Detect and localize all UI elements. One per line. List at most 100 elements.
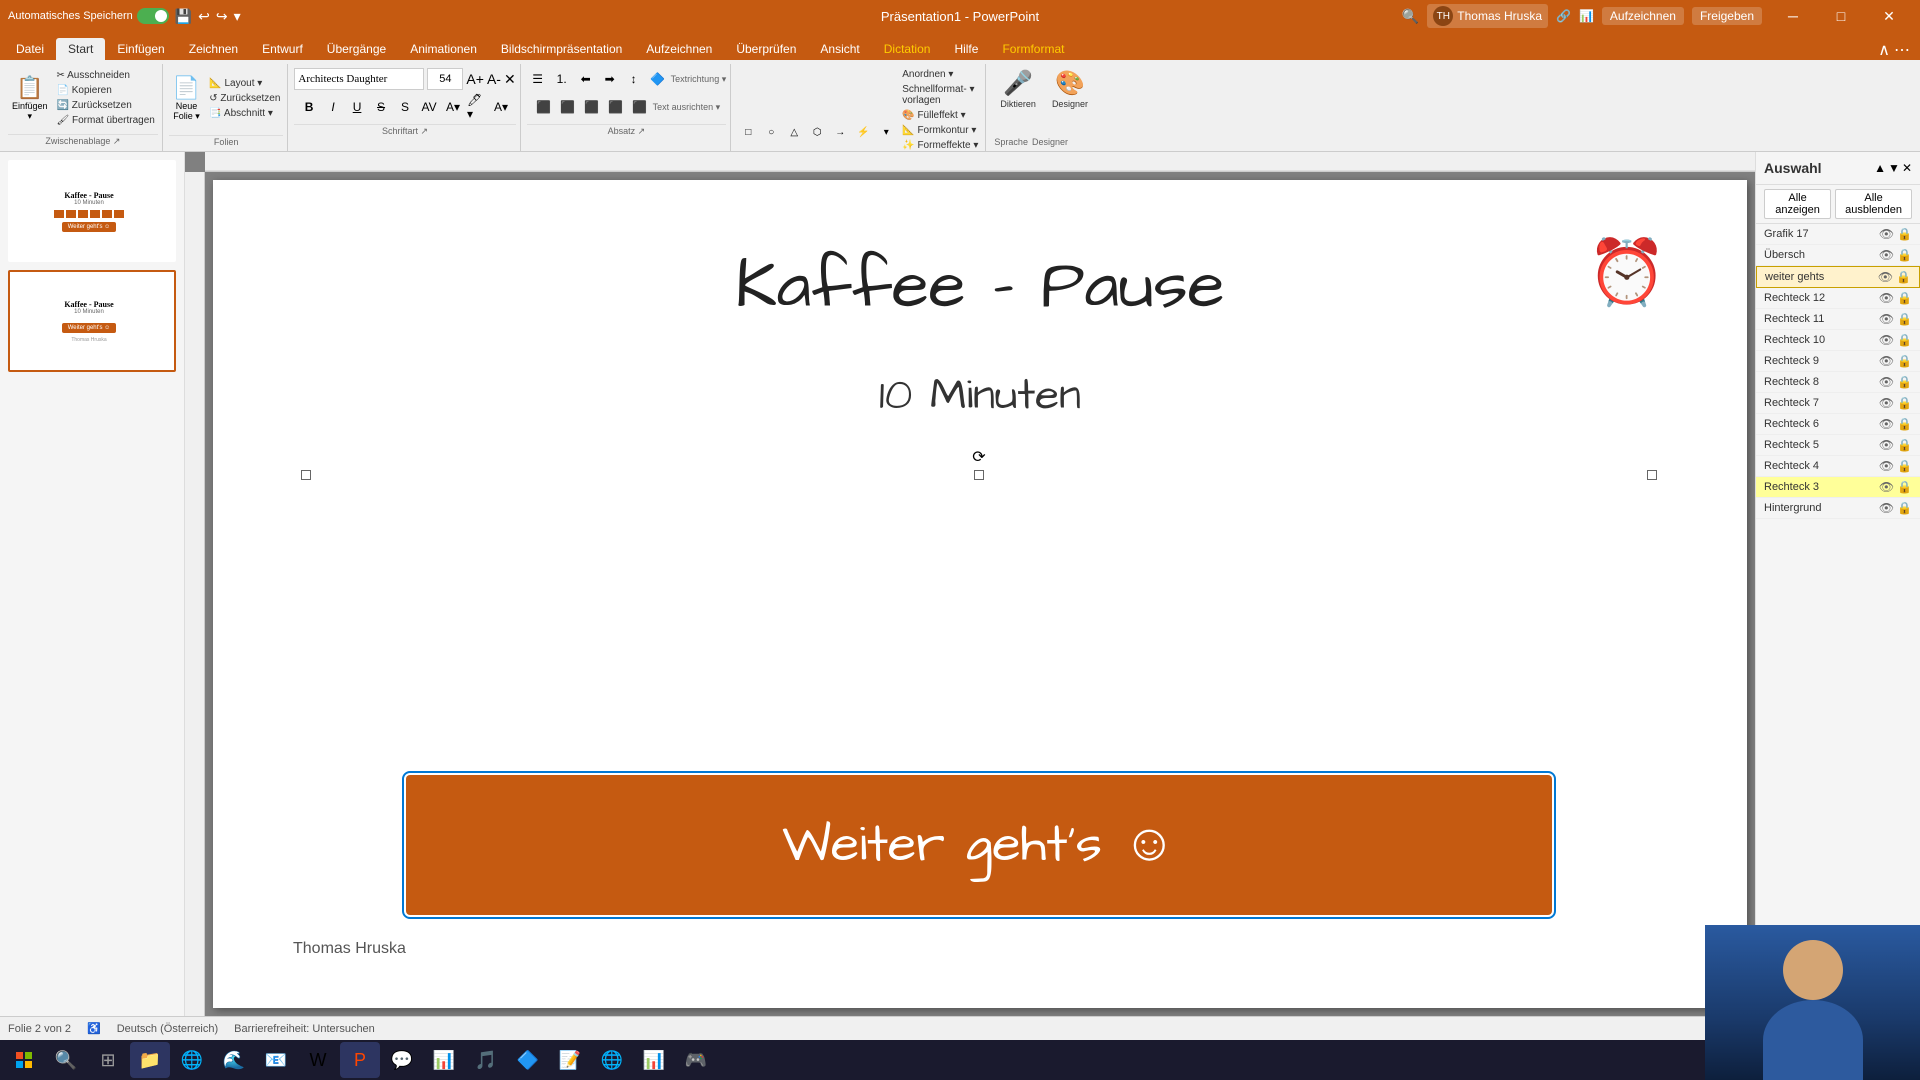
char-spacing-btn[interactable]: AV	[418, 96, 440, 118]
panel-down-btn[interactable]: ▼	[1888, 161, 1900, 175]
tab-hilfe[interactable]: Hilfe	[942, 38, 990, 60]
shape-btn-2[interactable]: ○	[760, 122, 782, 144]
layer-item[interactable]: Rechteck 10 👁 🔒	[1756, 330, 1920, 351]
handle-bc[interactable]	[974, 470, 984, 480]
minimize-btn[interactable]: ─	[1770, 0, 1816, 32]
align-left-btn[interactable]: ⬛	[533, 96, 555, 118]
app12-btn[interactable]: 📝	[550, 1042, 590, 1078]
abschnitt-btn[interactable]: 📑 Abschnitt ▾	[206, 107, 283, 120]
schnellformatvorlagen-btn[interactable]: Schnellformat- ▾vorlagen	[899, 83, 981, 107]
layer-item[interactable]: Rechteck 9 👁 🔒	[1756, 351, 1920, 372]
layer-visibility-icon[interactable]: 👁	[1879, 312, 1894, 326]
panel-close-btn[interactable]: ✕	[1902, 161, 1912, 175]
folie-zuruecksetzen-btn[interactable]: ↺ Zurücksetzen	[206, 92, 283, 105]
layer-visibility-icon[interactable]: 👁	[1879, 354, 1894, 368]
layer-lock-icon[interactable]: 🔒	[1897, 459, 1912, 473]
text-ausrichten-btn[interactable]: Text ausrichten ▾	[653, 102, 721, 113]
highlight-btn[interactable]: 🖊▾	[466, 96, 488, 118]
formkontur-btn[interactable]: 📐 Formkontur ▾	[899, 124, 981, 137]
underline-btn[interactable]: U	[346, 96, 368, 118]
shape-btn-6[interactable]: ⚡	[852, 122, 874, 144]
start-btn[interactable]	[4, 1042, 44, 1078]
tab-dictation[interactable]: Dictation	[872, 38, 943, 60]
layer-visibility-icon[interactable]: 👁	[1879, 333, 1894, 347]
present-icon[interactable]: 📊	[1579, 9, 1594, 23]
slide-thumb-1[interactable]: 1 Kaffee - Pause 10 Minuten Weiter geht'…	[8, 160, 176, 262]
powerpoint-btn[interactable]: P	[340, 1042, 380, 1078]
anordnen-btn[interactable]: Anordnen ▾	[899, 68, 981, 81]
save-icon[interactable]: 💾	[175, 8, 192, 25]
freigeben-btn[interactable]: Freigeben	[1692, 7, 1762, 25]
slide-subtitle[interactable]: 10 Minuten	[293, 365, 1667, 426]
outlook-btn[interactable]: 📧	[256, 1042, 296, 1078]
redo-icon[interactable]: ↪	[216, 8, 228, 25]
layer-lock-icon[interactable]: 🔒	[1897, 354, 1912, 368]
ribbon-collapse-btn[interactable]: ∧	[1878, 40, 1890, 60]
fuelleffekt-btn[interactable]: 🎨 Fülleffekt ▾	[899, 109, 981, 122]
outdent-btn[interactable]: ⬅	[575, 68, 597, 90]
font-color2-btn[interactable]: A▾	[490, 96, 512, 118]
clear-format-btn[interactable]: ✕	[504, 71, 516, 88]
diktieren-btn[interactable]: 🎤 Diktieren	[994, 68, 1042, 111]
layer-lock-icon[interactable]: 🔒	[1897, 417, 1912, 431]
tab-ansicht[interactable]: Ansicht	[808, 38, 871, 60]
explorer-btn[interactable]: 📁	[130, 1042, 170, 1078]
num-list-btn[interactable]: 1.	[551, 68, 573, 90]
shape-btn-1[interactable]: □	[737, 122, 759, 144]
slide-button[interactable]: Weiter geht's ☺	[406, 775, 1552, 915]
layer-lock-icon[interactable]: 🔒	[1897, 375, 1912, 389]
hide-all-btn[interactable]: Alle ausblenden	[1835, 189, 1912, 219]
kopieren-btn[interactable]: 📄 Kopieren	[54, 84, 158, 97]
tab-uebergaenge[interactable]: Übergänge	[315, 38, 398, 60]
layer-lock-icon[interactable]: 🔒	[1897, 291, 1912, 305]
font-size-input[interactable]	[427, 68, 463, 90]
format-uebertragen-btn[interactable]: 🖌 Format übertragen	[54, 114, 158, 127]
slide-title[interactable]: Kaffee - Pause	[293, 240, 1667, 334]
einfuegen-btn[interactable]: 📋 Einfügen ▾	[8, 73, 52, 124]
ribbon-more-btn[interactable]: ⋯	[1894, 40, 1910, 60]
layer-item[interactable]: Rechteck 4 👁 🔒	[1756, 456, 1920, 477]
justify-btn[interactable]: ⬛	[605, 96, 627, 118]
more-icon[interactable]: ▾	[234, 8, 241, 25]
layer-item[interactable]: Rechteck 8 👁 🔒	[1756, 372, 1920, 393]
layer-visibility-icon[interactable]: 👁	[1879, 480, 1894, 494]
maximize-btn[interactable]: □	[1818, 0, 1864, 32]
share-icon[interactable]: 🔗	[1556, 9, 1571, 23]
task-view-btn[interactable]: ⊞	[88, 1042, 128, 1078]
layer-item[interactable]: Rechteck 12 👁 🔒	[1756, 288, 1920, 309]
layer-item[interactable]: Grafik 17 👁 🔒	[1756, 224, 1920, 245]
aufzeichnen-btn[interactable]: Aufzeichnen	[1602, 7, 1684, 25]
layer-visibility-icon[interactable]: 👁	[1879, 438, 1894, 452]
tab-datei[interactable]: Datei	[4, 38, 56, 60]
search-btn[interactable]: 🔍	[1402, 8, 1419, 25]
app15-btn[interactable]: 🎮	[676, 1042, 716, 1078]
language-status[interactable]: Deutsch (Österreich)	[117, 1023, 218, 1035]
window-controls[interactable]: ─ □ ✕	[1770, 0, 1912, 32]
bold-btn[interactable]: B	[298, 96, 320, 118]
slide-thumb-2[interactable]: 2 Kaffee - Pause 10 Minuten Weiter geht'…	[8, 270, 176, 372]
tab-aufzeichnen[interactable]: Aufzeichnen	[634, 38, 724, 60]
shape-btn-4[interactable]: ⬡	[806, 122, 828, 144]
layer-lock-icon[interactable]: 🔒	[1897, 312, 1912, 326]
layer-visibility-icon[interactable]: 👁	[1879, 501, 1894, 515]
autosave-toggle-pill[interactable]	[137, 8, 169, 24]
layer-item[interactable]: Rechteck 11 👁 🔒	[1756, 309, 1920, 330]
app14-btn[interactable]: 📊	[634, 1042, 674, 1078]
layer-lock-icon[interactable]: 🔒	[1897, 248, 1912, 262]
tab-entwurf[interactable]: Entwurf	[250, 38, 315, 60]
strikethrough-btn[interactable]: S	[370, 96, 392, 118]
accessibility-status[interactable]: Barrierefreiheit: Untersuchen	[234, 1023, 375, 1035]
layer-item[interactable]: Rechteck 7 👁 🔒	[1756, 393, 1920, 414]
layer-visibility-icon[interactable]: 👁	[1879, 248, 1894, 262]
neue-folie-btn[interactable]: 📄 Neue Folie ▾	[169, 73, 204, 124]
convert-smartart-btn[interactable]: 🔷	[647, 68, 669, 90]
layer-item[interactable]: Rechteck 6 👁 🔒	[1756, 414, 1920, 435]
tab-start[interactable]: Start	[56, 38, 105, 60]
font-name-input[interactable]	[294, 68, 424, 90]
layer-visibility-icon[interactable]: 👁	[1879, 417, 1894, 431]
handle-br[interactable]	[1647, 470, 1657, 480]
search-taskbar-btn[interactable]: 🔍	[46, 1042, 86, 1078]
designer-btn[interactable]: 🎨 Designer	[1046, 68, 1094, 111]
handle-bl[interactable]	[301, 470, 311, 480]
layer-item[interactable]: Hintergrund 👁 🔒	[1756, 498, 1920, 519]
